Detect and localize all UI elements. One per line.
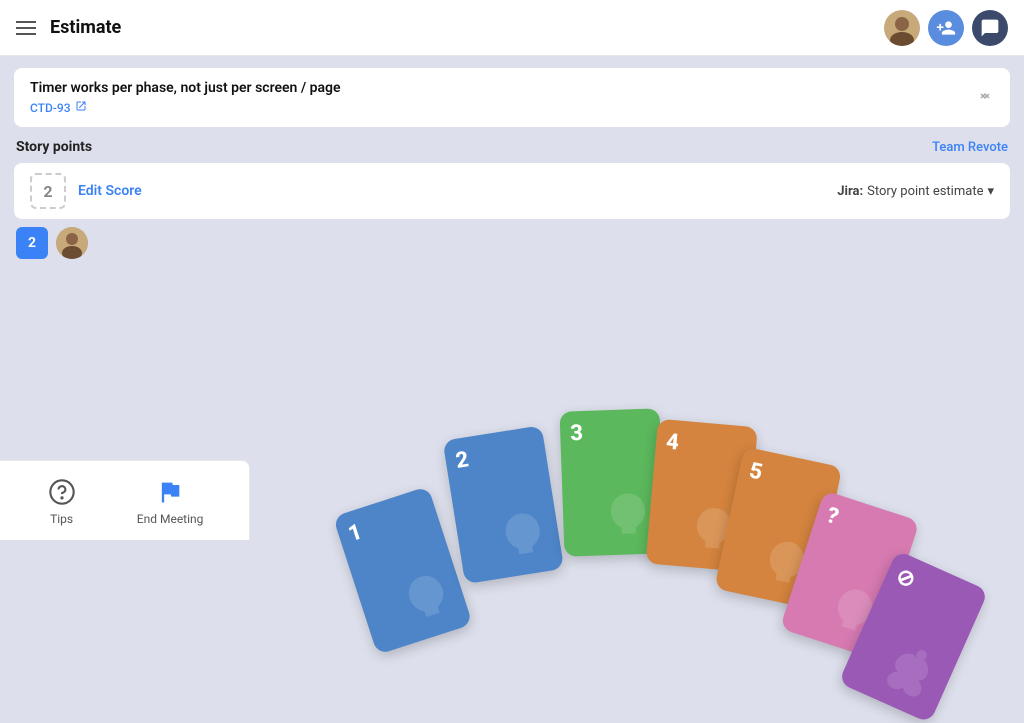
score-left: 2 Edit Score — [30, 173, 142, 209]
card-5-value: 5 — [747, 458, 765, 485]
header: Estimate — [0, 0, 1024, 56]
team-revote-button[interactable]: Team Revote — [932, 140, 1008, 155]
issue-id[interactable]: CTD-93 — [30, 101, 71, 115]
issue-id-row: CTD-93 — [30, 100, 341, 115]
card-skip-icon — [880, 639, 948, 709]
score-badge: 2 — [30, 173, 66, 209]
jira-label: Jira: — [837, 184, 863, 199]
card-2-icon — [494, 505, 552, 566]
card-question-value: ? — [823, 503, 841, 530]
add-people-button[interactable] — [928, 10, 964, 46]
flag-icon — [154, 476, 186, 508]
story-header: Story points Team Revote — [14, 139, 1010, 155]
voter-avatar — [56, 227, 88, 259]
external-link-icon[interactable] — [75, 100, 87, 115]
card-2-value: 2 — [454, 447, 470, 474]
header-actions — [884, 10, 1008, 46]
edit-score-button[interactable]: Edit Score — [78, 183, 142, 199]
card-4-value: 4 — [665, 430, 680, 456]
end-meeting-button[interactable]: End Meeting — [137, 476, 204, 526]
story-points-title: Story points — [16, 139, 92, 155]
story-points-section: Story points Team Revote 2 Edit Score Ji… — [14, 139, 1010, 259]
app-title: Estimate — [50, 17, 884, 38]
score-bar: 2 Edit Score Jira: Story point estimate … — [14, 163, 1010, 219]
menu-icon[interactable] — [16, 21, 36, 35]
bottom-bar: Tips End Meeting — [0, 460, 250, 540]
tips-button[interactable]: Tips — [46, 476, 78, 526]
question-circle-icon — [46, 476, 78, 508]
voter-score-badge: 2 — [16, 227, 48, 259]
card-1-value: 1 — [345, 519, 365, 547]
card-skip-value: ⊘ — [892, 563, 919, 593]
end-meeting-label: End Meeting — [137, 512, 204, 526]
card-1-icon — [395, 564, 459, 631]
issue-card: Timer works per phase, not just per scre… — [14, 68, 1010, 127]
voter-row: 2 — [14, 227, 1010, 259]
card-3-value: 3 — [570, 421, 584, 446]
collapse-icon[interactable] — [976, 87, 994, 109]
cards-area: 1 2 3 4 5 — [200, 260, 1024, 540]
jira-field-select[interactable]: Jira: Story point estimate ▾ — [837, 184, 994, 199]
card-1[interactable]: 1 — [333, 486, 473, 655]
card-3-icon — [602, 488, 654, 544]
user-avatar[interactable] — [884, 10, 920, 46]
tips-label: Tips — [50, 512, 73, 526]
jira-field-value: Story point estimate — [867, 184, 983, 199]
messages-button[interactable] — [972, 10, 1008, 46]
jira-chevron-icon: ▾ — [987, 184, 994, 199]
issue-card-content: Timer works per phase, not just per scre… — [30, 80, 341, 115]
issue-title: Timer works per phase, not just per scre… — [30, 80, 341, 96]
card-2[interactable]: 2 — [443, 425, 564, 584]
